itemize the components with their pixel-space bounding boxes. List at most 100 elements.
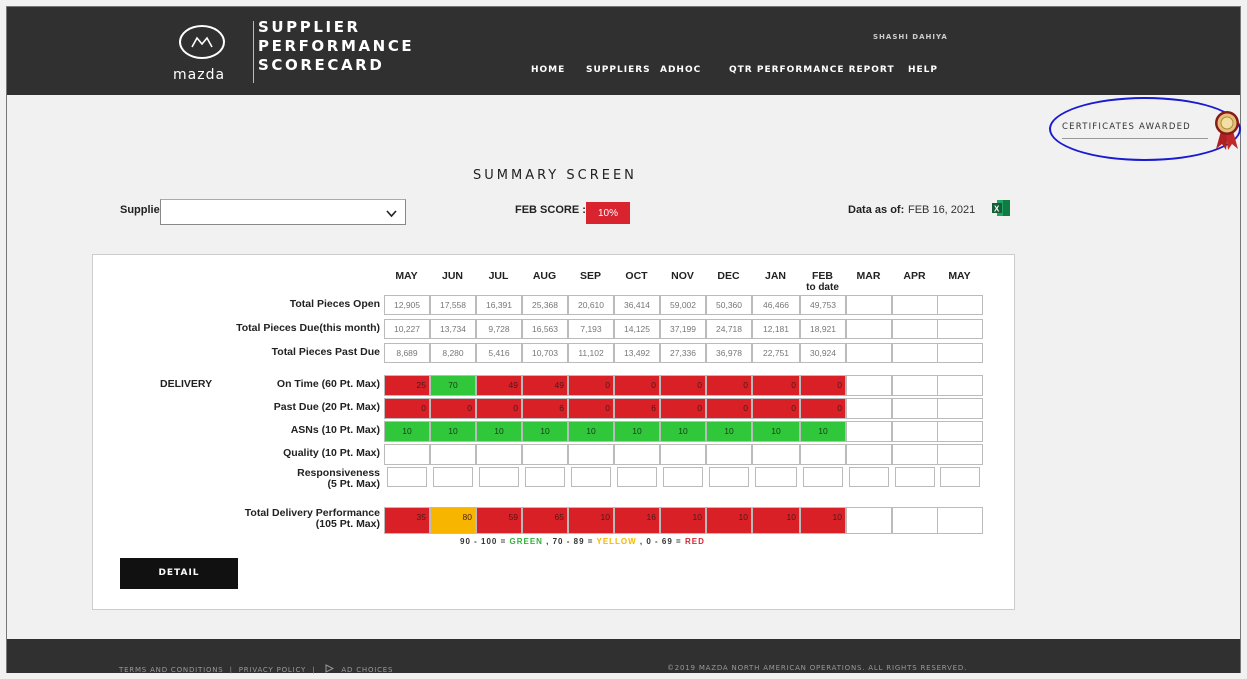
- table-cell: 0: [706, 375, 752, 396]
- table-cell: 65: [522, 507, 568, 534]
- chevron-down-icon: [386, 210, 397, 218]
- table-cell: [892, 295, 938, 315]
- table-cell: [846, 421, 892, 442]
- table-cell: 0: [800, 375, 846, 396]
- legend-text: , 0 - 69 =: [636, 537, 685, 546]
- table-cell: [803, 467, 843, 487]
- nav-adhoc[interactable]: ADHOC: [660, 65, 701, 75]
- row-label: ASNs (10 Pt. Max): [290, 424, 380, 436]
- row-label: Total Pieces Past Due: [271, 346, 380, 358]
- table-cell: 0: [430, 398, 476, 419]
- table-cell: [846, 295, 892, 315]
- supplier-dropdown[interactable]: [160, 199, 406, 225]
- table-cell: [849, 467, 889, 487]
- table-cell: [937, 421, 983, 442]
- copyright-text: ©2019 MAZDA NORTH AMERICAN OPERATIONS. A…: [667, 664, 968, 672]
- excel-export-icon[interactable]: X: [991, 199, 1011, 217]
- privacy-link[interactable]: PRIVACY POLICY: [239, 666, 306, 674]
- table-cell: 35: [384, 507, 430, 534]
- table-cell: 49: [476, 375, 522, 396]
- table-cell: 13,492: [614, 343, 660, 363]
- legend-text: 90 - 100 =: [460, 537, 510, 546]
- month-header: MAR: [846, 271, 891, 282]
- table-cell: 20,610: [568, 295, 614, 315]
- table-cell: [525, 467, 565, 487]
- table-cell: 36,978: [706, 343, 752, 363]
- nav-qtr-performance-report[interactable]: QTR PERFORMANCE REPORT: [729, 65, 895, 75]
- table-cell: 10: [706, 421, 752, 442]
- table-cell: [846, 398, 892, 419]
- certificates-awarded-link[interactable]: CERTIFICATES AWARDED: [1062, 122, 1191, 132]
- table-cell: 22,751: [752, 343, 800, 363]
- terms-link[interactable]: TERMS AND CONDITIONS: [119, 666, 224, 674]
- month-header: JUL: [476, 271, 521, 282]
- nav-help[interactable]: HELP: [908, 65, 938, 75]
- month-header: NOV: [660, 271, 705, 282]
- table-cell: 59: [476, 507, 522, 534]
- table-cell: [430, 444, 476, 465]
- table-cell: [892, 421, 938, 442]
- detail-button[interactable]: DETAIL: [120, 558, 238, 589]
- ad-choices-link[interactable]: AD CHOICES: [341, 666, 393, 674]
- legend-text: , 70 - 89 =: [542, 537, 597, 546]
- table-cell: 37,199: [660, 319, 706, 339]
- table-cell: 50,360: [706, 295, 752, 315]
- table-cell: [846, 444, 892, 465]
- table-cell: [937, 375, 983, 396]
- month-header: JUN: [430, 271, 475, 282]
- footer-separator: |: [229, 666, 233, 674]
- table-cell: 10: [660, 421, 706, 442]
- header-bar: mazda SUPPLIER PERFORMANCE SCORECARD HOM…: [7, 7, 1240, 95]
- table-cell: [433, 467, 473, 487]
- user-name[interactable]: SHASHI DAHIYA: [873, 33, 948, 41]
- month-label: JUL: [488, 270, 509, 282]
- table-cell: [568, 444, 614, 465]
- table-cell: [614, 444, 660, 465]
- month-label: SEP: [579, 270, 601, 282]
- table-cell: 10: [660, 507, 706, 534]
- table-cell: [892, 343, 938, 363]
- table-cell: [663, 467, 703, 487]
- table-cell: 10,703: [522, 343, 568, 363]
- table-cell: 9,728: [476, 319, 522, 339]
- table-cell: [937, 319, 983, 339]
- table-cell: 10: [476, 421, 522, 442]
- table-cell: [660, 444, 706, 465]
- table-cell: [709, 467, 749, 487]
- month-note: to date: [806, 282, 839, 293]
- medal-ribbon-icon[interactable]: [1212, 109, 1242, 151]
- table-cell: 0: [568, 398, 614, 419]
- table-cell: [846, 343, 892, 363]
- table-cell: 5,416: [476, 343, 522, 363]
- data-as-of-label: Data as of:: [848, 204, 905, 216]
- table-cell: 0: [476, 398, 522, 419]
- table-cell: 14,125: [614, 319, 660, 339]
- nav-home[interactable]: HOME: [531, 65, 565, 75]
- table-cell: 70: [430, 375, 476, 396]
- table-cell: 0: [660, 398, 706, 419]
- score-label: FEB SCORE :: [515, 204, 586, 216]
- row-label: Total Pieces Due(this month): [236, 322, 380, 334]
- month-label: APR: [903, 270, 926, 282]
- delivery-section-label: DELIVERY: [160, 378, 213, 390]
- table-cell: 25,368: [522, 295, 568, 315]
- table-cell: 0: [752, 375, 800, 396]
- table-cell: 0: [752, 398, 800, 419]
- table-cell: 46,466: [752, 295, 800, 315]
- row-label: Total Pieces Open: [289, 298, 380, 310]
- table-cell: 12,181: [752, 319, 800, 339]
- table-cell: [892, 319, 938, 339]
- table-cell: 8,689: [384, 343, 430, 363]
- table-cell: 49: [522, 375, 568, 396]
- table-cell: [895, 467, 935, 487]
- nav-suppliers[interactable]: SUPPLIERS: [586, 65, 651, 75]
- table-cell: [846, 507, 892, 534]
- ad-choices-icon[interactable]: [325, 664, 335, 673]
- table-cell: 24,718: [706, 319, 752, 339]
- table-cell: 10: [568, 421, 614, 442]
- month-header: MAY: [384, 271, 429, 282]
- table-cell: 30,924: [800, 343, 846, 363]
- table-cell: [571, 467, 611, 487]
- data-as-of-value: FEB 16, 2021: [908, 204, 976, 216]
- table-cell: 0: [614, 375, 660, 396]
